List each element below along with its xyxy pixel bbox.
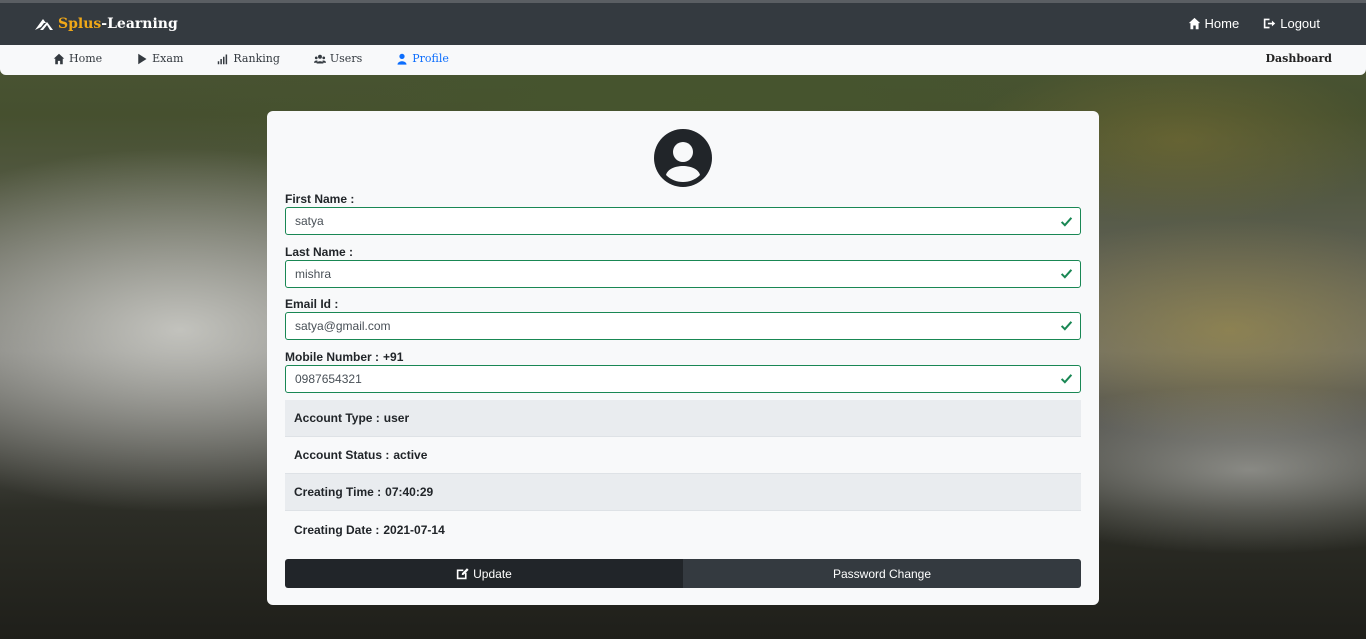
- logout-link[interactable]: Logout: [1263, 16, 1320, 31]
- check-icon: [1060, 269, 1073, 279]
- users-icon: [313, 54, 326, 63]
- dashboard-link[interactable]: Dashboard: [1266, 52, 1333, 65]
- password-change-button[interactable]: Password Change: [683, 559, 1081, 588]
- creating-date-label: Creating Date :: [294, 522, 380, 537]
- logout-icon: [1264, 18, 1276, 29]
- play-icon: [138, 53, 147, 64]
- account-status-value: active: [393, 448, 428, 462]
- subnav-item-profile[interactable]: Profile: [396, 52, 449, 65]
- top-home-link[interactable]: Home: [1188, 16, 1240, 31]
- home-icon: [53, 53, 65, 64]
- subnav-item-exam[interactable]: Exam: [136, 52, 183, 65]
- action-buttons: Update Password Change: [285, 559, 1081, 588]
- check-icon: [1060, 374, 1073, 384]
- first-name-label: First Name :: [285, 192, 355, 206]
- subnav-item-label: Users: [329, 52, 363, 65]
- subnav-item-ranking[interactable]: Ranking: [217, 52, 280, 65]
- user-icon: [397, 53, 407, 65]
- mountain-logo-icon: [35, 19, 53, 30]
- account-type-row: Account Type : user: [285, 400, 1081, 437]
- profile-card: First Name : Last Name : Email Id : Mobi…: [267, 111, 1099, 605]
- creating-time-label: Creating Time :: [294, 485, 382, 499]
- account-status-label: Account Status :: [294, 448, 390, 462]
- brand-logo[interactable]: Splus-Learning: [34, 14, 178, 34]
- mobile-label: Mobile Number : +91: [285, 350, 404, 364]
- edit-icon: [456, 568, 469, 580]
- subnav-item-label: Ranking: [233, 52, 280, 65]
- country-code: +91: [383, 350, 404, 364]
- update-button-label: Update: [473, 566, 512, 581]
- account-type-value: user: [383, 411, 410, 425]
- secondary-navbar: Home Exam Ranking Users Profile Dashboar…: [0, 45, 1366, 75]
- last-name-label: Last Name :: [285, 245, 354, 259]
- creating-date-value: 2021-07-14: [383, 522, 445, 537]
- account-status-row: Account Status : active: [285, 437, 1081, 474]
- subnav-item-users[interactable]: Users: [313, 52, 363, 65]
- top-home-label: Home: [1204, 16, 1240, 31]
- email-label: Email Id :: [285, 297, 339, 311]
- top-navbar: Splus-Learning Home Logout: [0, 3, 1366, 45]
- creating-time-row: Creating Time : 07:40:29: [285, 474, 1081, 511]
- check-icon: [1060, 217, 1073, 227]
- update-button[interactable]: Update: [285, 559, 683, 588]
- creating-date-row: Creating Date : 2021-07-14: [285, 511, 1081, 548]
- subnav-item-home[interactable]: Home: [53, 52, 102, 65]
- subnav-item-label: Profile: [412, 52, 449, 65]
- user-avatar-icon: [654, 129, 712, 187]
- logout-label: Logout: [1280, 16, 1320, 31]
- first-name-input[interactable]: [285, 207, 1081, 235]
- email-input[interactable]: [285, 312, 1081, 340]
- brand-name-part2: -Learning: [101, 16, 178, 32]
- home-icon: [1188, 17, 1200, 30]
- subnav-item-label: Exam: [152, 52, 184, 65]
- last-name-input[interactable]: [285, 260, 1081, 288]
- password-change-label: Password Change: [832, 566, 932, 581]
- check-icon: [1060, 321, 1073, 331]
- creating-time-value: 07:40:29: [385, 485, 434, 499]
- brand-name-part1: Splus: [58, 16, 102, 32]
- account-type-label: Account Type :: [294, 411, 380, 425]
- mobile-input[interactable]: [285, 365, 1081, 393]
- subnav-item-label: Home: [69, 52, 103, 65]
- signal-bars-icon: [218, 54, 228, 64]
